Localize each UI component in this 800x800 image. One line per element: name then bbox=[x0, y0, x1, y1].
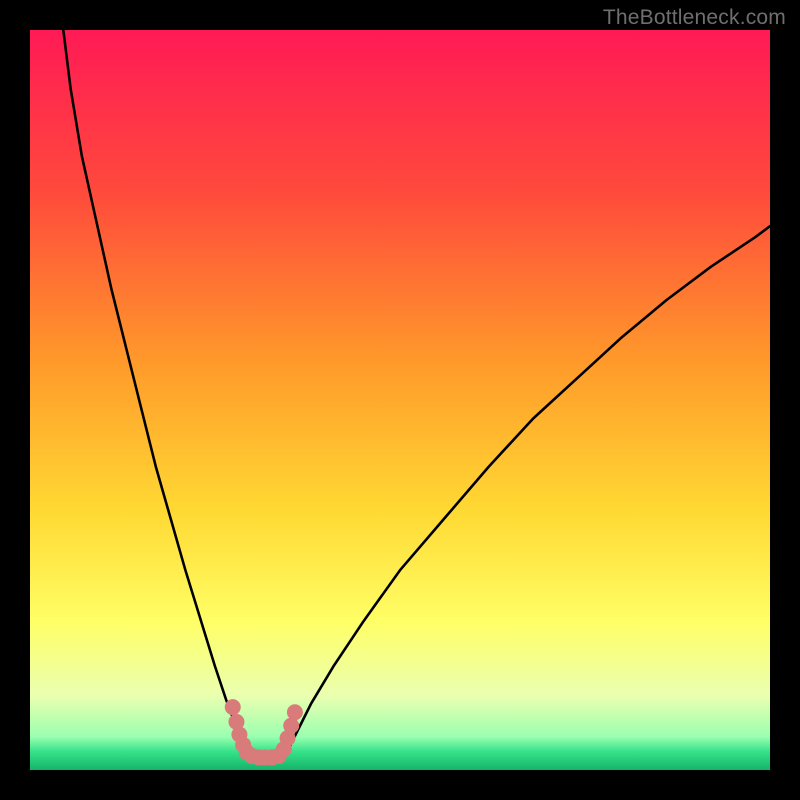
highlight-point bbox=[225, 699, 241, 715]
plot-area bbox=[30, 30, 770, 770]
highlight-point bbox=[287, 704, 303, 720]
series-left-branch bbox=[63, 30, 248, 755]
series-right-branch bbox=[285, 226, 770, 755]
chart-frame: TheBottleneck.com bbox=[0, 0, 800, 800]
chart-curves bbox=[30, 30, 770, 770]
watermark-text: TheBottleneck.com bbox=[603, 6, 786, 30]
